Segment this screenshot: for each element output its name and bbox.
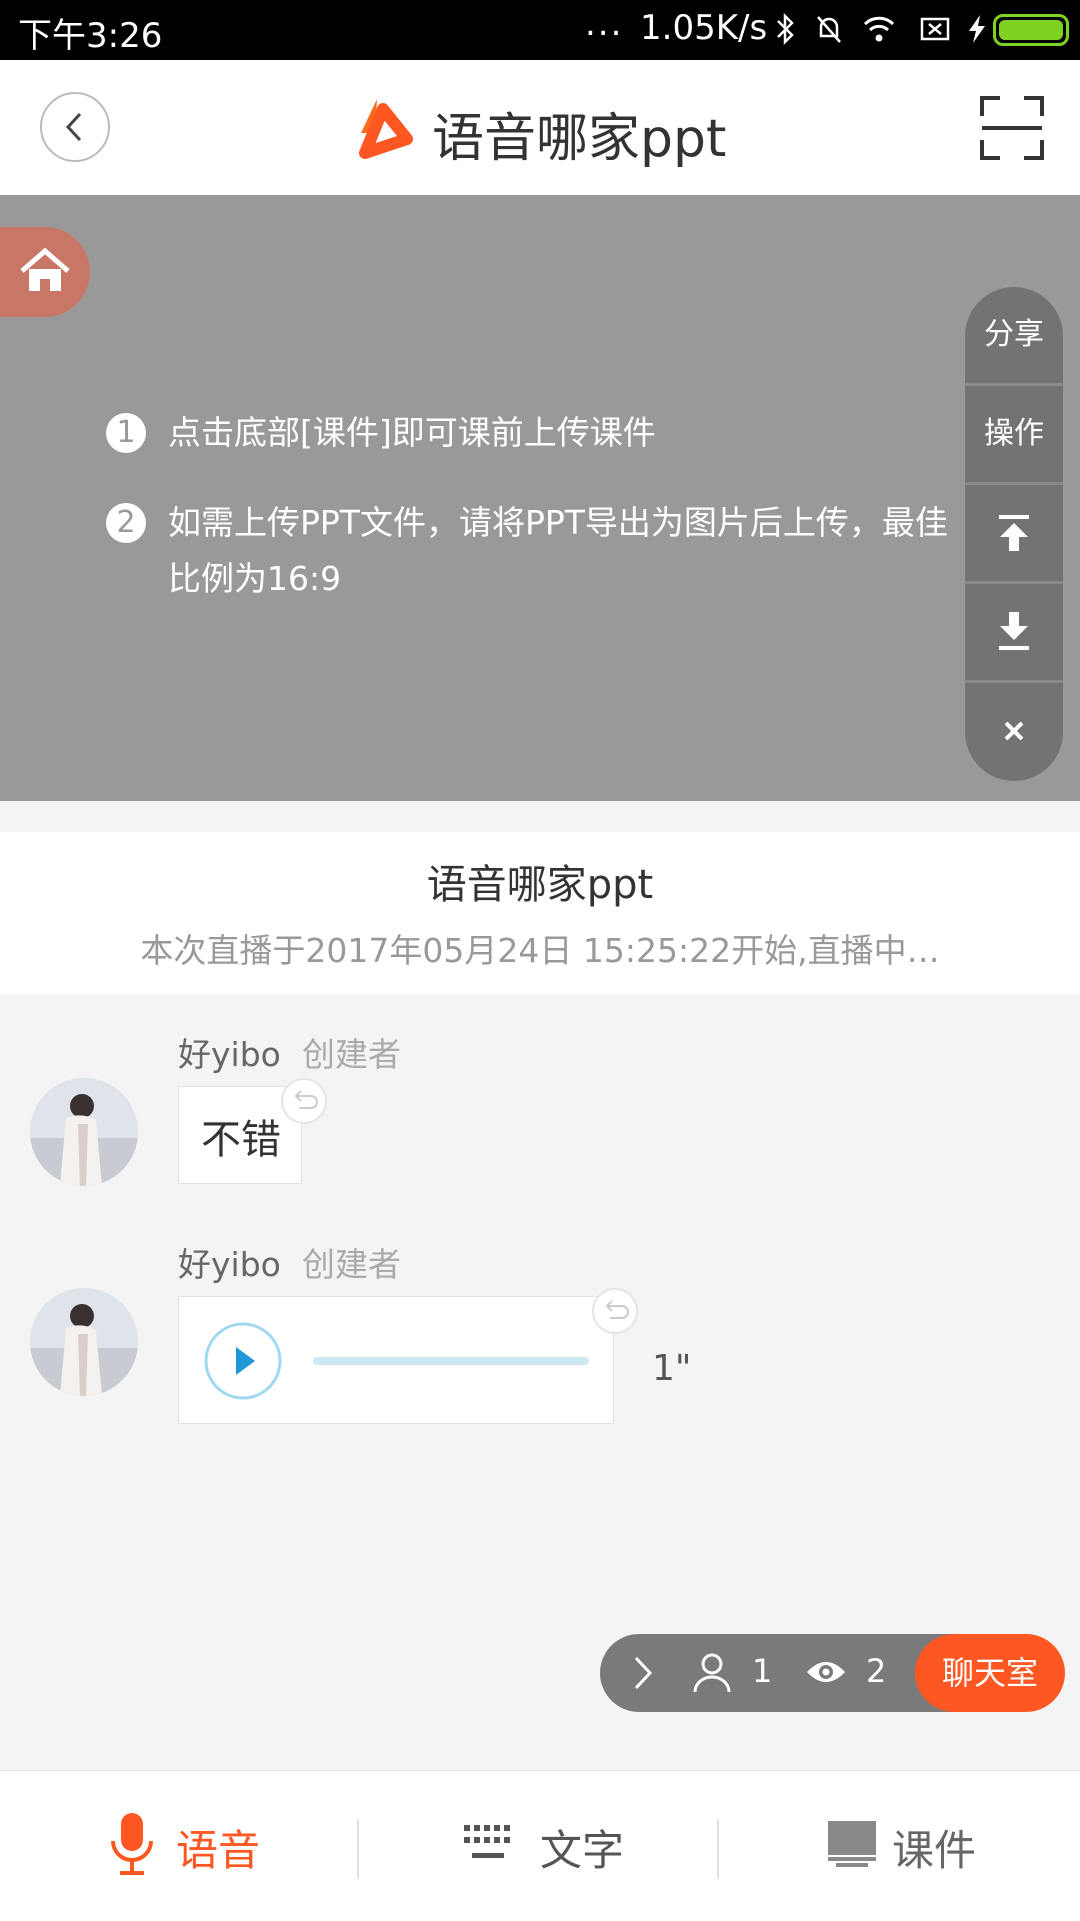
battery-icon [993,14,1069,46]
close-icon [1004,721,1024,741]
download-icon [999,612,1029,650]
slide-controls: 分享 操作 [965,287,1063,781]
tab-voice[interactable]: 语音 [0,1771,358,1921]
voice-progress-track[interactable] [313,1357,589,1365]
keyboard-icon [464,1825,510,1858]
avatar[interactable] [30,1288,138,1396]
online-count: 1 [752,1652,773,1690]
reply-button[interactable] [592,1288,638,1334]
courseware-screen-icon [828,1821,876,1867]
tab-voice-label: 语音 [176,1826,261,1875]
microphone-icon [111,1813,153,1875]
live-info-card: 语音哪家ppt 本次直播于2017年05月24日 15:25:22开始,直播中… [0,832,1080,994]
message-text: 不错 [201,1117,281,1163]
message-role: 创建者 [302,1245,401,1284]
bluetooth-icon [777,12,794,46]
fullscreen-scan-icon[interactable] [978,94,1046,162]
home-icon [20,247,70,291]
hint-text: 点击底部[课件]即可课前上传课件 [168,413,656,452]
no-sim-icon [920,17,950,41]
avatar-image [30,1288,138,1396]
voice-duration: 1" [652,1348,692,1389]
tab-courseware[interactable]: 课件 [720,1771,1080,1921]
operate-button[interactable]: 操作 [965,386,1063,485]
tab-divider [717,1819,719,1879]
avatar-image [30,1078,138,1186]
person-icon [693,1653,731,1693]
wifi-icon [863,16,895,42]
status-time: 下午3:26 [18,16,163,56]
live-status: 本次直播于2017年05月24日 15:25:22开始,直播中… [140,931,940,970]
bottom-tab-bar: 语音 文字 课件 [0,1770,1080,1921]
status-bar: 下午3:26 ... 1.05K/s [0,0,1080,60]
share-button[interactable]: 分享 [965,287,1063,386]
avatar[interactable] [30,1078,138,1186]
close-button[interactable] [965,683,1063,779]
app-logo-icon [359,99,413,159]
message-username: 好yibo [178,1245,281,1284]
hint-number: 2 [106,503,146,543]
view-count: 2 [866,1652,887,1690]
chevron-left-icon [65,112,82,142]
chat-room-button[interactable]: 聊天室 [915,1634,1065,1712]
silent-icon [817,16,841,43]
courseware-slide: 1 点击底部[课件]即可课前上传课件 2 如需上传PPT文件，请将PPT导出为图… [0,195,1080,801]
reply-icon [605,1300,629,1319]
chevron-right-icon[interactable] [622,1652,664,1694]
voice-message-bubble[interactable] [178,1296,614,1424]
tab-text-label: 文字 [540,1826,625,1875]
tab-text[interactable]: 文字 [360,1771,718,1921]
tab-divider [357,1819,359,1879]
play-icon[interactable] [203,1321,283,1401]
arrow-to-top-icon [999,515,1029,551]
message-role: 创建者 [302,1035,401,1074]
home-button[interactable] [0,227,90,317]
network-speed: 1.05K/s [640,8,768,48]
live-title: 语音哪家ppt [426,862,654,908]
more-dots-icon: ... [585,4,624,44]
tab-courseware-label: 课件 [892,1826,977,1875]
charging-icon [969,15,985,43]
page-title: 语音哪家ppt [432,109,727,169]
back-button[interactable] [40,92,110,162]
hint-number: 1 [106,413,146,453]
scroll-top-button[interactable] [965,485,1063,584]
reply-icon [294,1090,318,1109]
download-button[interactable] [965,584,1063,683]
hint-text: 如需上传PPT文件，请将PPT导出为图片后上传，最佳比例为16:9 [168,503,948,598]
reply-button[interactable] [281,1078,327,1124]
message-username: 好yibo [178,1035,281,1074]
top-header: 语音哪家ppt [0,60,1080,196]
eye-icon [807,1662,845,1682]
